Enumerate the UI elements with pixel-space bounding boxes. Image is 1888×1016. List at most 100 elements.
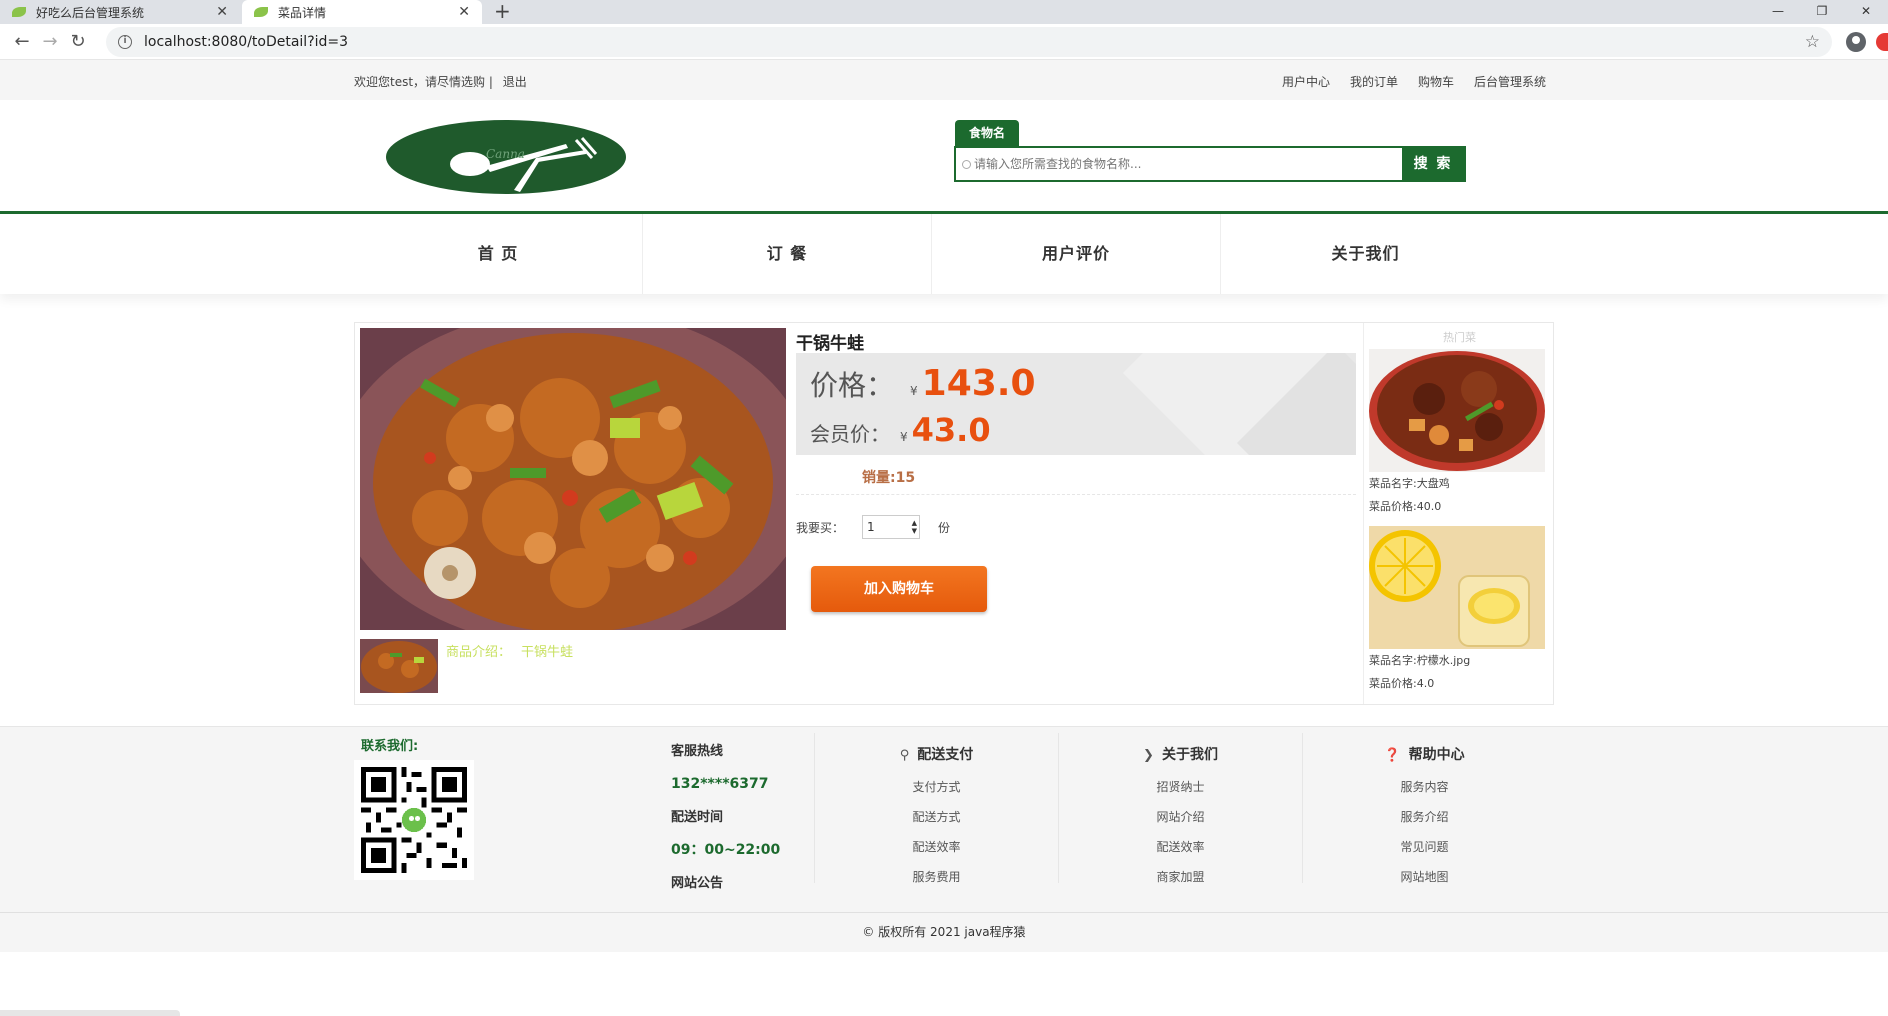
add-to-cart-button[interactable]: 加入购物车 bbox=[811, 566, 987, 612]
admin-link[interactable]: 后台管理系统 bbox=[1474, 73, 1546, 90]
hot-dish-image[interactable] bbox=[1369, 526, 1545, 649]
divider bbox=[796, 494, 1356, 495]
search-form: 搜 索 bbox=[954, 146, 1466, 182]
back-icon[interactable]: ← bbox=[8, 31, 36, 52]
site-topbar: 欢迎您test，请尽情选购 | 退出 用户中心 我的订单 购物车 后台管理系统 bbox=[0, 60, 1888, 100]
hot-dish-price: 菜品价格:40.0 bbox=[1369, 500, 1442, 513]
quantity-label: 我要买： bbox=[796, 521, 845, 535]
quantity-unit: 份 bbox=[938, 521, 951, 535]
footer-link[interactable]: 网站地图 bbox=[1303, 862, 1546, 892]
footer-link[interactable]: 服务内容 bbox=[1303, 772, 1546, 802]
copyright: © 版权所有 2021 java程序猿 bbox=[0, 912, 1888, 952]
my-orders-link[interactable]: 我的订单 bbox=[1350, 73, 1398, 90]
browser-tab-admin[interactable]: 好吃么后台管理系统 ✕ bbox=[0, 0, 240, 24]
hotline-label: 客服热线 bbox=[671, 744, 724, 759]
browser-tab-detail[interactable]: 菜品详情 ✕ bbox=[242, 0, 482, 24]
address-bar: ← → ↻ i localhost:8080/toDetail?id=3 ☆ bbox=[0, 24, 1888, 60]
leaf-favicon-icon bbox=[254, 7, 268, 17]
site-logo[interactable]: Canna bbox=[386, 120, 626, 194]
delivery-time: 09：00~22:00 bbox=[671, 842, 781, 858]
member-price-value: 43.0 bbox=[911, 411, 991, 449]
nav-home[interactable]: 首 页 bbox=[354, 214, 643, 294]
footer-link[interactable]: 网站介绍 bbox=[1059, 802, 1302, 832]
footer-link[interactable]: 支付方式 bbox=[815, 772, 1058, 802]
qr-code bbox=[354, 760, 474, 880]
url-text: localhost:8080/toDetail?id=3 bbox=[144, 33, 349, 50]
nav-about[interactable]: 关于我们 bbox=[1221, 214, 1510, 294]
footer-link[interactable]: 配送方式 bbox=[815, 802, 1058, 832]
product-thumbnail[interactable] bbox=[360, 639, 438, 693]
hot-dishes-title: 热门菜 bbox=[1443, 331, 1476, 344]
chevron-down-icon: ❯ bbox=[1143, 748, 1154, 763]
site-header: Canna 食物名 搜 索 bbox=[0, 100, 1888, 214]
delivery-time-label: 配送时间 bbox=[671, 810, 724, 825]
profile-avatar-icon[interactable] bbox=[1846, 31, 1866, 52]
logout-link[interactable]: 退出 bbox=[503, 75, 527, 89]
url-field[interactable]: i localhost:8080/toDetail?id=3 ☆ bbox=[106, 26, 1832, 57]
price-row: 价格： ¥ 143.0 bbox=[810, 363, 1036, 404]
footer-link[interactable]: 配送效率 bbox=[815, 832, 1058, 862]
currency-symbol: ¥ bbox=[910, 384, 918, 398]
footer-link[interactable]: 服务费用 bbox=[815, 862, 1058, 892]
window-controls: — ❐ ✕ bbox=[1756, 0, 1888, 24]
search-button[interactable]: 搜 索 bbox=[1402, 148, 1464, 180]
tab-title: 菜品详情 bbox=[278, 5, 327, 20]
price-box: 价格： ¥ 143.0 会员价： ¥ 43.0 bbox=[796, 353, 1356, 455]
svg-text:Canna: Canna bbox=[486, 147, 525, 161]
site-info-icon[interactable]: i bbox=[118, 34, 132, 49]
bookmark-star-icon[interactable]: ☆ bbox=[1805, 32, 1820, 52]
hot-dish-name: 菜品名字:大盘鸡 bbox=[1369, 477, 1450, 490]
footer-link[interactable]: 配送效率 bbox=[1059, 832, 1302, 862]
intro-text: 干锅牛蛙 bbox=[521, 645, 574, 660]
new-tab-icon[interactable]: + bbox=[494, 0, 511, 22]
browser-status-bar bbox=[0, 1010, 180, 1016]
close-tab-icon[interactable]: ✕ bbox=[216, 4, 228, 20]
nav-order[interactable]: 订 餐 bbox=[643, 214, 932, 294]
hot-dish-price: 菜品价格:4.0 bbox=[1369, 677, 1435, 690]
help-icon: ❓ bbox=[1384, 748, 1401, 763]
product-name: 干锅牛蛙 bbox=[796, 334, 864, 354]
forward-icon[interactable]: → bbox=[36, 31, 64, 52]
quantity-value: 1 bbox=[867, 520, 875, 534]
close-tab-icon[interactable]: ✕ bbox=[458, 4, 470, 20]
spoon-fork-logo-icon: Canna bbox=[388, 122, 624, 192]
footer-column-title: ❯ 关于我们 bbox=[1143, 747, 1218, 763]
minimize-icon[interactable]: — bbox=[1756, 0, 1800, 24]
welcome-area: 欢迎您test，请尽情选购 | 退出 bbox=[354, 73, 527, 90]
footer-link[interactable]: 常见问题 bbox=[1303, 832, 1546, 862]
spinner-arrows-icon[interactable]: ▲ ▼ bbox=[912, 519, 917, 535]
hot-dish-image[interactable] bbox=[1369, 349, 1545, 472]
user-center-link[interactable]: 用户中心 bbox=[1282, 73, 1330, 90]
cart-link[interactable]: 购物车 bbox=[1418, 73, 1454, 90]
search-icon bbox=[962, 160, 971, 169]
search-category-tab[interactable]: 食物名 bbox=[955, 120, 1019, 146]
restore-icon[interactable]: ❐ bbox=[1800, 0, 1844, 24]
tab-title: 好吃么后台管理系统 bbox=[36, 5, 145, 20]
close-window-icon[interactable]: ✕ bbox=[1844, 0, 1888, 24]
search-input[interactable] bbox=[956, 148, 1402, 180]
hot-dish-item[interactable]: 菜品名字:柠檬水.jpg 菜品价格:4.0 bbox=[1369, 526, 1545, 695]
extension-icon[interactable] bbox=[1876, 32, 1888, 51]
contact-title: 联系我们: bbox=[361, 739, 419, 754]
site-notice-link[interactable]: 网站公告 bbox=[671, 867, 780, 900]
service-info: 客服热线 132****6377 配送时间 09：00~22:00 网站公告 bbox=[671, 735, 780, 900]
quantity-stepper[interactable]: 1 ▲ ▼ bbox=[862, 515, 920, 539]
main-nav: 首 页 订 餐 用户评价 关于我们 bbox=[0, 214, 1888, 294]
hot-dish-name: 菜品名字:柠檬水.jpg bbox=[1369, 654, 1471, 667]
footer-link[interactable]: 服务介绍 bbox=[1303, 802, 1546, 832]
footer-link[interactable]: 招贤纳士 bbox=[1059, 772, 1302, 802]
leaf-favicon-icon bbox=[12, 7, 26, 17]
reload-icon[interactable]: ↻ bbox=[64, 31, 92, 52]
footer-column-about: ❯ 关于我们 招贤纳士 网站介绍 配送效率 商家加盟 bbox=[1058, 733, 1302, 884]
product-intro: 商品介绍： 干锅牛蛙 bbox=[446, 641, 573, 660]
bicycle-icon: ⚲ bbox=[899, 748, 910, 763]
member-price-label: 会员价： bbox=[810, 422, 890, 446]
product-detail: 商品介绍： 干锅牛蛙 干锅牛蛙 价格： ¥ 143.0 会员价： ¥ 43.0 销… bbox=[354, 322, 1554, 705]
nav-reviews[interactable]: 用户评价 bbox=[932, 214, 1221, 294]
price-label: 价格： bbox=[810, 369, 895, 402]
site-footer: 联系我们: 客服热线 132****6377 配送时间 09：00~22:00 … bbox=[0, 726, 1888, 912]
hot-dish-item[interactable]: 菜品名字:大盘鸡 菜品价格:40.0 bbox=[1369, 349, 1545, 518]
browser-tabbar: 好吃么后台管理系统 ✕ 菜品详情 ✕ + — ❐ ✕ bbox=[0, 0, 1888, 24]
intro-label: 商品介绍： bbox=[446, 645, 512, 660]
footer-link[interactable]: 商家加盟 bbox=[1059, 862, 1302, 892]
